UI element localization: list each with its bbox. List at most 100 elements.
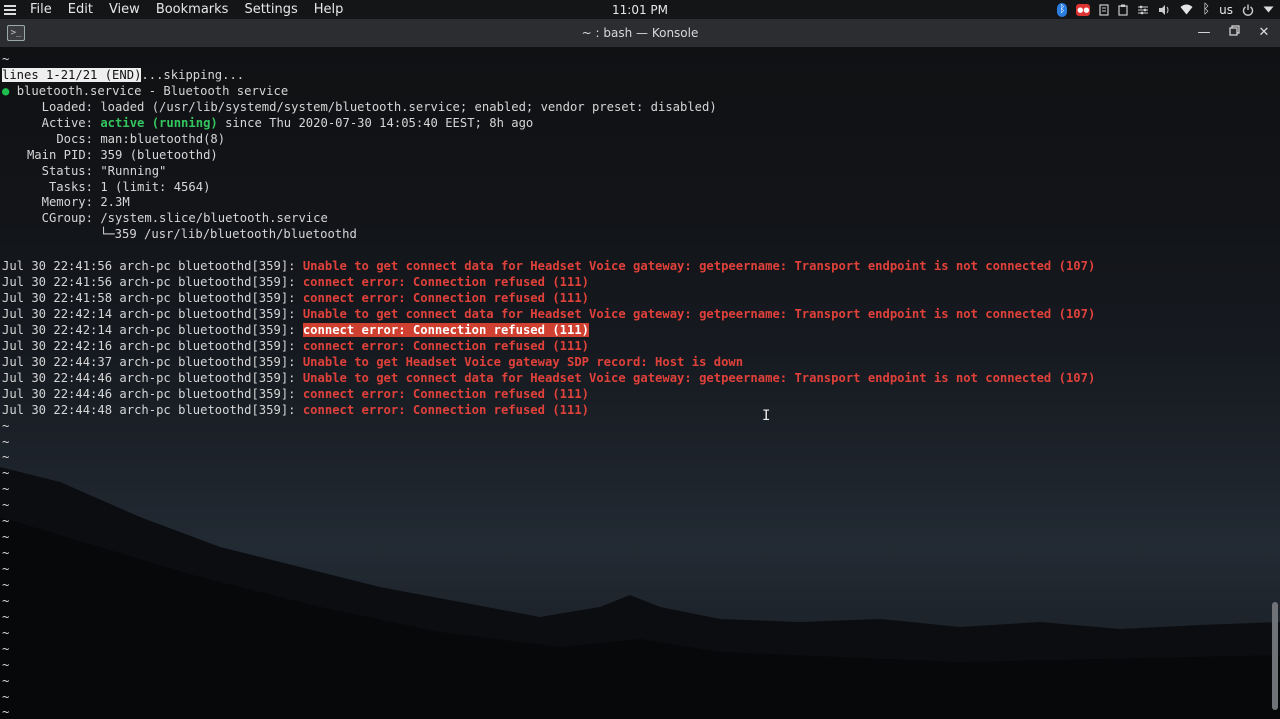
log-message-error[interactable]: connect error: Connection refused (111) xyxy=(303,275,589,289)
log-message-error[interactable]: connect error: Connection refused (111) xyxy=(303,387,589,401)
pager-tilde-line: ~ xyxy=(2,530,10,545)
pager-tilde-line: ~ xyxy=(2,641,10,656)
log-line: Jul 30 22:42:14 arch-pc bluetoothd[359]:… xyxy=(2,306,1095,322)
bluetooth-icon[interactable]: ᛒ xyxy=(1202,2,1210,17)
log-prefix: Jul 30 22:44:46 arch-pc bluetoothd[359]: xyxy=(2,386,296,401)
log-message-error[interactable]: Unable to get connect data for Headset V… xyxy=(303,371,1095,385)
pager-tilde-line: ~ xyxy=(2,689,10,704)
status-property-line: Loaded: loaded (/usr/lib/systemd/system/… xyxy=(2,99,1095,115)
notes-icon[interactable] xyxy=(1099,3,1109,17)
status-property-line: Tasks: 1 (limit: 4564) xyxy=(2,179,1095,195)
log-message-error[interactable]: Unable to get connect data for Headset V… xyxy=(303,259,1095,273)
log-line: Jul 30 22:44:48 arch-pc bluetoothd[359]:… xyxy=(2,402,1095,418)
pager-tilde-line: ~ xyxy=(2,609,10,624)
log-prefix: Jul 30 22:41:56 arch-pc bluetoothd[359]: xyxy=(2,275,296,290)
settings-sliders-icon[interactable] xyxy=(1137,3,1149,17)
pager-tilde-line: ~ xyxy=(2,450,10,465)
status-property-value: /system.slice/bluetooth.service xyxy=(100,211,328,226)
status-property-value: 359 (bluetoothd) xyxy=(100,147,218,162)
menu-help[interactable]: Help xyxy=(306,0,352,19)
pager-tilde-line: ~ xyxy=(2,434,10,449)
log-line: Jul 30 22:44:37 arch-pc bluetoothd[359]:… xyxy=(2,354,1095,370)
log-prefix: Jul 30 22:44:48 arch-pc bluetoothd[359]: xyxy=(2,402,296,417)
log-line: Jul 30 22:44:46 arch-pc bluetoothd[359]:… xyxy=(2,370,1095,386)
status-property-label: Main PID: xyxy=(26,147,93,162)
menu-file[interactable]: File xyxy=(22,0,60,19)
cgroup-child: └─359 /usr/lib/bluetooth/bluetoothd xyxy=(100,227,357,242)
pager-tilde-line: ~ xyxy=(2,657,10,672)
top-panel: File Edit View Bookmarks Settings Help 1… xyxy=(0,0,1280,19)
close-icon[interactable]: ✕ xyxy=(1254,23,1274,43)
terminal-scrollbar[interactable] xyxy=(1272,602,1278,710)
log-line: Jul 30 22:41:56 arch-pc bluetoothd[359]:… xyxy=(2,274,1095,290)
menu-view[interactable]: View xyxy=(101,0,148,19)
menu-bar: File Edit View Bookmarks Settings Help xyxy=(22,0,351,19)
menu-edit[interactable]: Edit xyxy=(60,0,101,19)
hamburger-menu-icon[interactable] xyxy=(4,4,16,15)
pager-tilde-line: ~ xyxy=(2,514,10,529)
log-message-error[interactable]: connect error: Connection refused (111) xyxy=(303,291,589,305)
log-message-error[interactable]: connect error: Connection refused (111) xyxy=(303,403,589,417)
status-property-label: CGroup: xyxy=(41,211,93,226)
pager-tilde-line: ~ xyxy=(2,482,10,497)
menu-settings[interactable]: Settings xyxy=(236,0,305,19)
pager-tilde-line: ~ xyxy=(2,498,10,513)
pager-skipping: ...skipping... xyxy=(141,67,245,82)
window-title: ~ : bash — Konsole xyxy=(581,26,699,40)
clipboard-icon[interactable] xyxy=(1118,3,1128,17)
pager-tilde-line: ~ xyxy=(2,562,10,576)
minimize-icon[interactable]: — xyxy=(1194,23,1214,43)
menu-arrow-icon[interactable] xyxy=(1263,3,1274,17)
log-prefix: Jul 30 22:42:14 arch-pc bluetoothd[359]: xyxy=(2,307,296,321)
volume-icon[interactable] xyxy=(1158,3,1171,17)
notification-red-icon[interactable]: ●● xyxy=(1076,3,1091,16)
pager-tilde-line: ~ xyxy=(2,546,10,561)
status-property-value: loaded (/usr/lib/systemd/system/bluetoot… xyxy=(100,99,717,114)
pager-status: lines 1-21/21 (END) xyxy=(2,67,142,82)
service-title: bluetooth.service - Bluetooth service xyxy=(16,83,289,98)
log-prefix: Jul 30 22:42:16 arch-pc bluetoothd[359]: xyxy=(2,338,296,353)
log-prefix: Jul 30 22:42:14 arch-pc bluetoothd[359]: xyxy=(2,322,296,337)
terminal-view[interactable]: ~ lines 1-21/21 (END)...skipping... ● bl… xyxy=(0,47,1280,719)
keyboard-layout[interactable]: us xyxy=(1219,3,1233,17)
log-line: Jul 30 22:41:58 arch-pc bluetoothd[359]:… xyxy=(2,290,1095,306)
power-icon[interactable] xyxy=(1242,3,1254,17)
status-property-label: Tasks: xyxy=(48,179,93,194)
cgroup-child-line: └─359 /usr/lib/bluetooth/bluetoothd xyxy=(2,226,1095,242)
status-property-line: CGroup: /system.slice/bluetooth.service xyxy=(2,210,1095,226)
pager-line: lines 1-21/21 (END)...skipping... xyxy=(2,67,1095,83)
status-property-label: Active: xyxy=(41,115,93,130)
pager-tilde-line: ~ xyxy=(2,418,10,433)
log-prefix: Jul 30 22:44:46 arch-pc bluetoothd[359]: xyxy=(2,370,296,385)
mouse-ibeam-cursor: I xyxy=(762,408,771,424)
status-property-line: Docs: man:bluetoothd(8) xyxy=(2,131,1095,147)
pager-tilde-line: ~ xyxy=(2,673,10,688)
system-tray: ᛒ ●● ᛒ us xyxy=(1057,0,1274,19)
log-line: Jul 30 22:42:16 arch-pc bluetoothd[359]:… xyxy=(2,338,1095,354)
maximize-icon[interactable] xyxy=(1224,23,1244,43)
log-message-selected[interactable]: connect error: Connection refused (111) xyxy=(302,322,590,337)
log-line: Jul 30 22:42:14 arch-pc bluetoothd[359]:… xyxy=(2,322,1095,338)
service-title-line: ● bluetooth.service - Bluetooth service xyxy=(2,83,1095,99)
menu-bookmarks[interactable]: Bookmarks xyxy=(148,0,237,19)
log-message-error[interactable]: connect error: Connection refused (111) xyxy=(303,339,589,353)
service-status-dot: ● xyxy=(2,83,10,98)
pager-tilde-line: ~ xyxy=(2,577,10,592)
log-line: Jul 30 22:41:56 arch-pc bluetoothd[359]:… xyxy=(2,258,1095,274)
wifi-icon[interactable] xyxy=(1180,3,1193,17)
log-line: Jul 30 22:44:46 arch-pc bluetoothd[359]:… xyxy=(2,386,1095,402)
status-property-label: Loaded: xyxy=(41,99,93,114)
status-property-value: since Thu 2020-07-30 14:05:40 EEST; 8h a… xyxy=(225,115,534,130)
status-property-value: man:bluetoothd(8) xyxy=(100,131,226,146)
log-message-error[interactable]: Unable to get connect data for Headset V… xyxy=(303,307,1095,321)
status-property-line: Memory: 2.3M xyxy=(2,194,1095,210)
terminal-output: ~ lines 1-21/21 (END)...skipping... ● bl… xyxy=(2,51,1095,719)
status-property-value: "Running" xyxy=(100,163,167,178)
status-property-line: Active: active (running) since Thu 2020-… xyxy=(2,115,1095,131)
pager-tilde-line: ~ xyxy=(2,705,10,719)
log-message-error[interactable]: Unable to get Headset Voice gateway SDP … xyxy=(303,355,743,369)
bluetooth-blue-icon[interactable]: ᛒ xyxy=(1057,2,1068,17)
window-titlebar[interactable]: >_ ~ : bash — Konsole — ✕ xyxy=(0,19,1280,47)
status-property-label: Docs: xyxy=(56,131,93,146)
